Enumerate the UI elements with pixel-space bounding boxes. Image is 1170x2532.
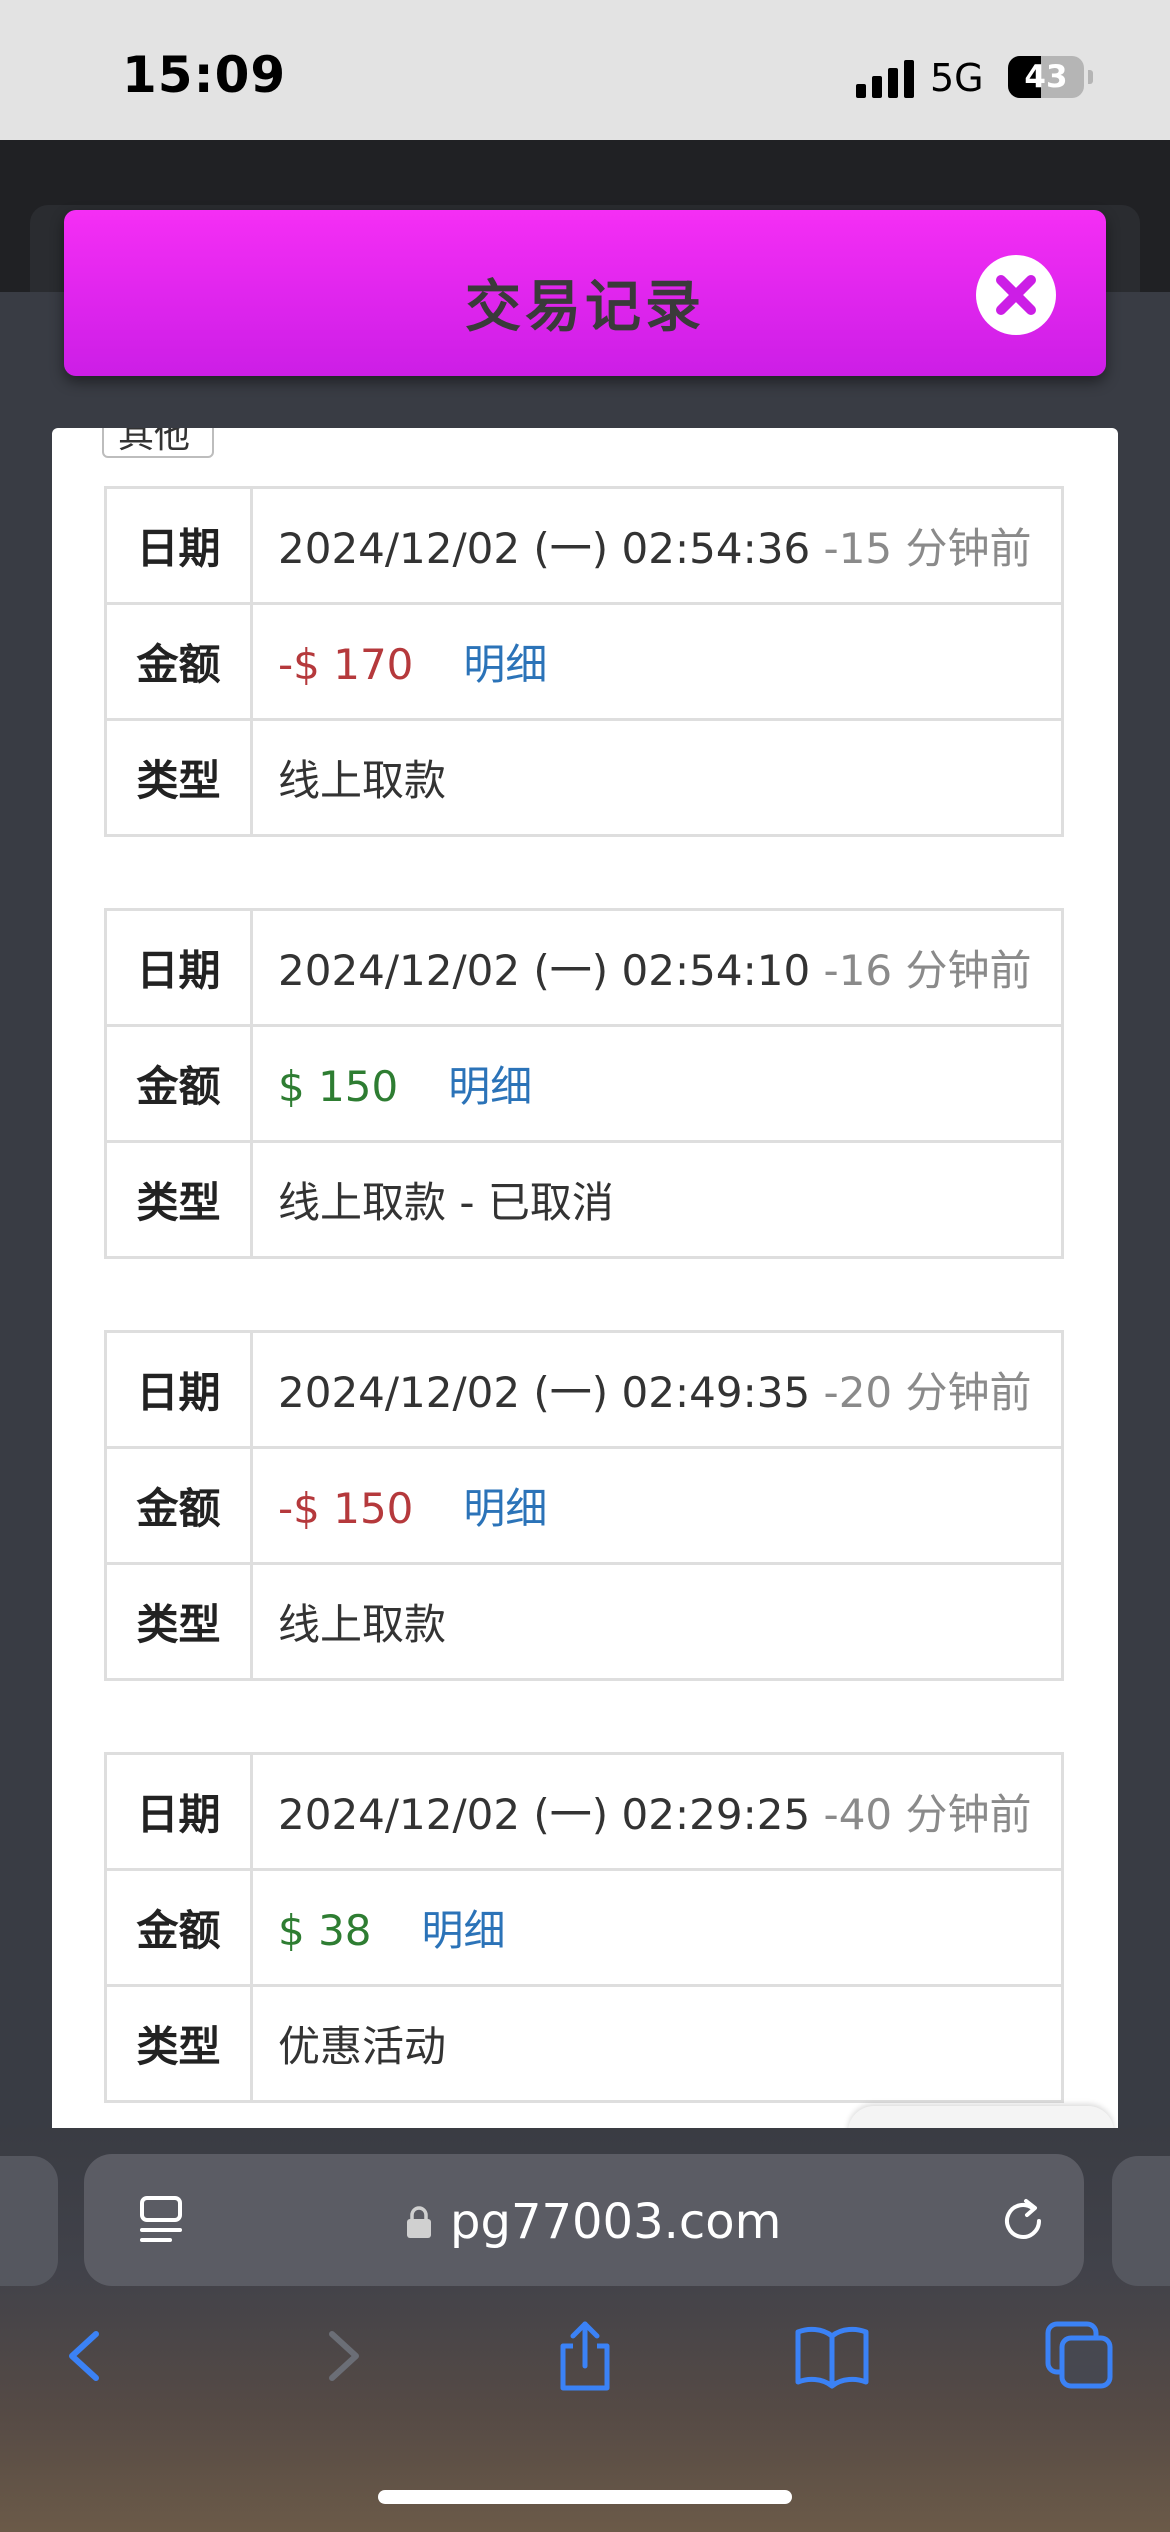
time-ago: -40 分钟前 — [823, 1790, 1032, 1839]
type-value: 优惠活动 — [250, 1984, 1064, 2103]
amount-text: $ 38 — [278, 1906, 372, 1955]
time-ago: -16 分钟前 — [823, 946, 1032, 995]
detail-link[interactable]: 明细 — [448, 1062, 532, 1111]
status-time: 15:09 — [122, 46, 287, 104]
amount-label: 金额 — [104, 1024, 253, 1143]
page-menu-icon[interactable] — [136, 2192, 188, 2248]
detail-link[interactable]: 明细 — [422, 1906, 506, 1955]
type-value: 线上取款 — [250, 1562, 1064, 1681]
date-text: 2024/12/02 (一) 02:54:10 — [278, 946, 811, 995]
amount-value: $ 38 明细 — [250, 1868, 1064, 1987]
date-text: 2024/12/02 (一) 02:49:35 — [278, 1368, 811, 1417]
amount-label: 金额 — [104, 1446, 253, 1565]
amount-value: -$ 150 明细 — [250, 1446, 1064, 1565]
url-text: pg77003.com — [450, 2194, 782, 2250]
date-value: 2024/12/02 (一) 02:49:35 -20 分钟前 — [250, 1330, 1064, 1449]
transaction-record: 日期 2024/12/02 (一) 02:54:10 -16 分钟前 金额 $ … — [104, 908, 1064, 1259]
type-label: 类型 — [104, 1562, 253, 1681]
back-icon[interactable] — [48, 2316, 128, 2396]
record-date-row: 日期 2024/12/02 (一) 02:54:36 -15 分钟前 — [104, 486, 1064, 605]
transaction-record: 日期 2024/12/02 (一) 02:49:35 -20 分钟前 金额 -$… — [104, 1330, 1064, 1681]
type-label: 类型 — [104, 718, 253, 837]
type-label: 类型 — [104, 1140, 253, 1259]
date-label: 日期 — [104, 486, 253, 605]
record-type-row: 类型 线上取款 — [104, 718, 1064, 837]
amount-value: -$ 170 明细 — [250, 602, 1064, 721]
lock-icon — [407, 2206, 431, 2238]
bookmarks-icon[interactable] — [792, 2316, 872, 2396]
date-text: 2024/12/02 (一) 02:29:25 — [278, 1790, 811, 1839]
amount-text: -$ 170 — [278, 640, 414, 689]
date-label: 日期 — [104, 908, 253, 1027]
reload-icon[interactable] — [994, 2192, 1052, 2250]
battery-icon: 43 — [1008, 56, 1084, 98]
battery-percent: 43 — [1024, 59, 1068, 95]
detail-link[interactable]: 明细 — [463, 1484, 547, 1533]
record-type-row: 类型 线上取款 — [104, 1562, 1064, 1681]
modal-header: 交易记录 — [64, 210, 1106, 376]
date-value: 2024/12/02 (一) 02:54:10 -16 分钟前 — [250, 908, 1064, 1027]
record-date-row: 日期 2024/12/02 (一) 02:49:35 -20 分钟前 — [104, 1330, 1064, 1449]
transaction-record: 日期 2024/12/02 (一) 02:29:25 -40 分钟前 金额 $ … — [104, 1752, 1064, 2103]
date-value: 2024/12/02 (一) 02:54:36 -15 分钟前 — [250, 486, 1064, 605]
date-value: 2024/12/02 (一) 02:29:25 -40 分钟前 — [250, 1752, 1064, 1871]
date-text: 2024/12/02 (一) 02:54:36 — [278, 524, 811, 573]
date-label: 日期 — [104, 1752, 253, 1871]
filter-chip-label: 其他 — [118, 428, 191, 456]
record-amount-row: 金额 $ 38 明细 — [104, 1868, 1064, 1987]
status-bar: 15:09 5G 43 — [0, 0, 1170, 140]
previous-tab-preview[interactable] — [0, 2156, 58, 2286]
record-date-row: 日期 2024/12/02 (一) 02:29:25 -40 分钟前 — [104, 1752, 1064, 1871]
transaction-list[interactable]: 其他 日期 2024/12/02 (一) 02:54:36 -15 分钟前 金额… — [52, 428, 1118, 2132]
tabs-icon[interactable] — [1040, 2316, 1120, 2396]
amount-text: $ 150 — [278, 1062, 399, 1111]
time-ago: -20 分钟前 — [823, 1368, 1032, 1417]
record-type-row: 类型 优惠活动 — [104, 1984, 1064, 2103]
type-value: 线上取款 - 已取消 — [250, 1140, 1064, 1259]
cellular-signal-icon — [856, 60, 916, 98]
record-amount-row: 金额 -$ 170 明细 — [104, 602, 1064, 721]
home-indicator — [378, 2490, 792, 2504]
next-tab-preview[interactable] — [1112, 2156, 1170, 2286]
date-label: 日期 — [104, 1330, 253, 1449]
record-date-row: 日期 2024/12/02 (一) 02:54:10 -16 分钟前 — [104, 908, 1064, 1027]
amount-label: 金额 — [104, 602, 253, 721]
type-label: 类型 — [104, 1984, 253, 2103]
record-type-row: 类型 线上取款 - 已取消 — [104, 1140, 1064, 1259]
record-amount-row: 金额 $ 150 明细 — [104, 1024, 1064, 1143]
amount-value: $ 150 明细 — [250, 1024, 1064, 1143]
battery-cap — [1088, 70, 1093, 84]
detail-link[interactable]: 明细 — [463, 640, 547, 689]
close-button[interactable] — [976, 255, 1056, 335]
address-bar[interactable]: pg77003.com — [84, 2154, 1084, 2286]
close-icon — [996, 275, 1036, 315]
transaction-record: 日期 2024/12/02 (一) 02:54:36 -15 分钟前 金额 -$… — [104, 486, 1064, 837]
modal-title: 交易记录 — [465, 275, 705, 340]
amount-label: 金额 — [104, 1868, 253, 1987]
share-icon[interactable] — [545, 2316, 625, 2396]
type-value: 线上取款 — [250, 718, 1064, 837]
amount-text: -$ 150 — [278, 1484, 414, 1533]
network-type: 5G — [930, 56, 984, 100]
record-amount-row: 金额 -$ 150 明细 — [104, 1446, 1064, 1565]
time-ago: -15 分钟前 — [823, 524, 1032, 573]
filter-chip[interactable]: 其他 — [102, 428, 214, 458]
forward-icon[interactable] — [300, 2316, 380, 2396]
